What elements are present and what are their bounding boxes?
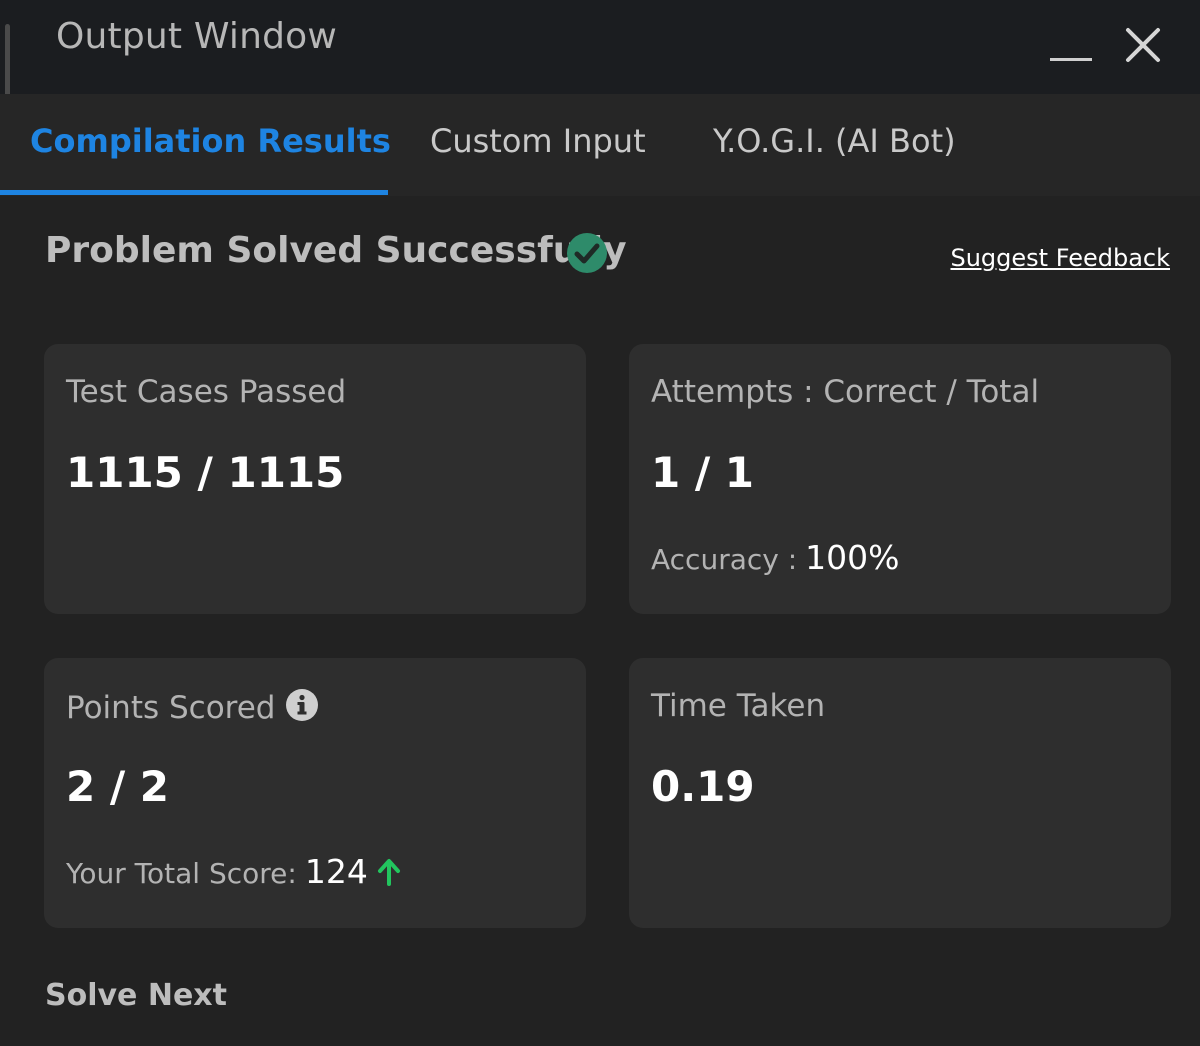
info-icon[interactable]	[285, 688, 319, 722]
points-label-row: Points Scored	[66, 688, 319, 726]
accuracy-label: Accuracy :	[651, 543, 798, 576]
total-score-value: 124	[304, 852, 368, 891]
accuracy-value: 100%	[805, 538, 900, 577]
test-cases-card: Test Cases Passed 1115 / 1115	[44, 344, 586, 614]
check-circle-icon	[567, 233, 607, 273]
time-taken-label: Time Taken	[651, 688, 826, 724]
tab-bar: Compilation Results Custom Input Y.O.G.I…	[0, 94, 1200, 196]
solve-next-heading: Solve Next	[45, 978, 227, 1013]
minimize-icon	[1050, 58, 1092, 61]
test-cases-label: Test Cases Passed	[66, 374, 347, 410]
points-value: 2 / 2	[66, 762, 170, 811]
attempts-value: 1 / 1	[651, 448, 755, 497]
tab-compilation-results[interactable]: Compilation Results	[30, 122, 391, 160]
attempts-card: Attempts : Correct / Total 1 / 1 Accurac…	[629, 344, 1171, 614]
accuracy-row: Accuracy :100%	[651, 538, 900, 577]
test-cases-value: 1115 / 1115	[66, 448, 345, 497]
points-label: Points Scored	[66, 690, 276, 726]
total-score-row: Your Total Score: 124	[66, 852, 402, 891]
window-title: Output Window	[56, 16, 338, 57]
title-bar: Output Window	[0, 0, 1200, 116]
total-score-label: Your Total Score:	[66, 857, 297, 890]
active-tab-indicator	[0, 190, 388, 195]
tab-yogi-ai-bot[interactable]: Y.O.G.I. (AI Bot)	[713, 122, 956, 160]
arrow-up-icon	[377, 859, 400, 886]
time-taken-value: 0.19	[651, 762, 755, 811]
status-title: Problem Solved Successfully	[45, 230, 627, 271]
tab-custom-input[interactable]: Custom Input	[430, 122, 646, 160]
close-icon	[1126, 28, 1160, 62]
attempts-label: Attempts : Correct / Total	[651, 374, 1040, 410]
points-card: Points Scored 2 / 2 Your Total Score: 124	[44, 658, 586, 928]
suggest-feedback-link[interactable]: Suggest Feedback	[950, 244, 1170, 272]
time-taken-card: Time Taken 0.19	[629, 658, 1171, 928]
minimize-button[interactable]	[1040, 20, 1100, 70]
close-button[interactable]	[1118, 22, 1166, 70]
